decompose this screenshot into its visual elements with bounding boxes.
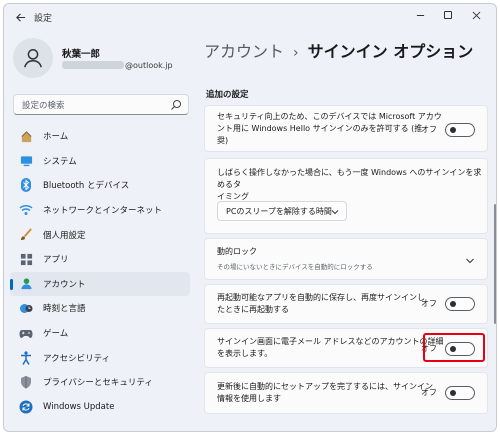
sidebar-item-label: ホーム — [43, 132, 69, 143]
setting-require-signin: しばらく操作しなかった場合に、もう一度 Windows へのサインインを求めるタ… — [204, 158, 488, 234]
sidebar-item-label: アクセシビリティ — [43, 353, 111, 364]
time-language-icon — [19, 301, 33, 315]
sidebar-item-label: Bluetooth とデバイス — [43, 181, 130, 192]
maximize-button[interactable] — [434, 4, 462, 26]
setting-description: サインイン画面に電子メール アドレスなどのアカウントの詳細 を表示します。 — [217, 336, 444, 360]
user-email: @outlook.jp — [62, 61, 173, 70]
setting-line: サインイン画面に電子メール アドレスなどのアカウントの詳細 — [217, 337, 444, 346]
gaming-icon — [19, 326, 33, 340]
sidebar-item-time-language[interactable]: 時刻と言語 — [10, 296, 190, 321]
section-heading: 追加の設定 — [206, 90, 249, 100]
back-button[interactable] — [10, 7, 30, 27]
setting-line: しばらく操作しなかった場合に、もう一度 Windows へのサインインを求めるタ — [217, 168, 482, 189]
maximize-icon — [444, 11, 452, 19]
sidebar-item-personalization[interactable]: 個人用設定 — [10, 222, 190, 247]
setting-description: 更新後に自動的にセットアップを完了するには、サインイン 情報を使用します — [217, 381, 433, 405]
sidebar-item-label: 時刻と言語 — [43, 304, 86, 315]
setting-line: 更新後に自動的にセットアップを完了するには、サインイン — [217, 382, 433, 391]
sidebar-item-home[interactable]: ホーム — [10, 124, 190, 149]
avatar[interactable] — [13, 38, 53, 78]
minimize-icon — [416, 14, 424, 16]
sidebar-item-label: Windows Update — [43, 401, 115, 412]
toggle-state-label: オフ — [421, 125, 437, 134]
sidebar-item-accounts[interactable]: アカウント — [10, 271, 190, 297]
setting-restart-apps: 再起動可能なアプリを自動的に保存し、再度サインインし たときに再起動する オフ — [204, 284, 488, 324]
sidebar-item-system[interactable]: システム — [10, 149, 190, 174]
user-name: 秋葉一郎 — [62, 49, 101, 60]
update-icon — [19, 400, 33, 414]
setting-description: 再起動可能なアプリを自動的に保存し、再度サインインし たときに再起動する — [217, 292, 425, 316]
toggle-knob — [450, 390, 456, 396]
toggle-knob — [450, 127, 456, 133]
scrollbar[interactable] — [494, 204, 496, 324]
sidebar-item-apps[interactable]: アプリ — [10, 247, 190, 272]
setting-line: 奨) — [217, 136, 229, 145]
apps-icon — [19, 252, 33, 266]
sidebar-item-label: ネットワークとインターネット — [43, 206, 163, 217]
breadcrumb-separator: › — [293, 45, 299, 61]
email-redacted — [62, 61, 124, 69]
sidebar-item-label: プライバシーとセキュリティ — [43, 378, 153, 389]
sidebar-nav: ホーム システム Bluetooth とデバイス ネットワークとインターネット … — [10, 124, 190, 419]
toggle-knob — [450, 301, 456, 307]
setting-title: 動的ロック — [217, 247, 257, 256]
sidebar-item-label: 個人用設定 — [43, 230, 86, 241]
bluetooth-icon — [19, 178, 33, 193]
sidebar-item-windows-update[interactable]: Windows Update — [10, 395, 190, 420]
account-icon — [19, 277, 33, 291]
page-title: サインイン オプション — [307, 42, 474, 61]
sidebar-item-network[interactable]: ネットワークとインターネット — [10, 198, 190, 223]
home-icon — [19, 129, 33, 143]
close-button[interactable] — [462, 4, 490, 26]
annotation-highlight — [423, 333, 485, 362]
toggle-state-label: オフ — [421, 388, 437, 397]
sidebar-item-bluetooth[interactable]: Bluetooth とデバイス — [10, 173, 190, 198]
system-icon — [19, 154, 33, 168]
brush-icon — [19, 228, 33, 242]
back-arrow-icon — [15, 12, 25, 22]
search-input[interactable]: 設定の検索 — [13, 94, 189, 115]
sidebar-item-label: ゲーム — [43, 329, 69, 340]
chevron-down-icon — [331, 210, 339, 215]
email-suffix: @outlook.jp — [125, 61, 173, 70]
close-icon — [472, 11, 480, 19]
sidebar-item-label: アプリ — [43, 255, 69, 266]
network-icon — [19, 203, 33, 217]
setting-dynamic-lock[interactable]: 動的ロック その場にいないときにデバイスを自動的にロックする — [204, 238, 488, 280]
setting-line: セキュリティ向上のため、このデバイスでは Microsoft アカウ — [217, 112, 442, 121]
sidebar-item-gaming[interactable]: ゲーム — [10, 321, 190, 346]
setting-description: セキュリティ向上のため、このデバイスでは Microsoft アカウ ント用に … — [217, 111, 442, 147]
sidebar-item-label: アカウント — [43, 279, 86, 290]
shield-icon — [19, 375, 33, 389]
accessibility-icon — [19, 351, 33, 365]
minimize-button[interactable] — [406, 4, 434, 26]
breadcrumb-parent[interactable]: アカウント — [204, 42, 284, 61]
restart-apps-toggle[interactable] — [445, 297, 475, 311]
setting-line: たときに再起動する — [217, 305, 289, 314]
search-icon — [171, 100, 181, 110]
toggle-state-label: オフ — [421, 299, 437, 308]
dropdown-value: PCのスリープを解除する時間 — [226, 207, 332, 216]
setting-line: 情報を使用します — [217, 394, 281, 403]
settings-window: 設定 秋葉一郎 @outlook.jp 設定の検索 ホーム システム Bluet… — [3, 3, 497, 432]
setting-auto-setup: 更新後に自動的にセットアップを完了するには、サインイン 情報を使用します オフ — [204, 372, 488, 414]
search-placeholder: 設定の検索 — [22, 101, 65, 111]
setting-description: しばらく操作しなかった場合に、もう一度 Windows へのサインインを求めるタ… — [217, 167, 487, 203]
sidebar-item-accessibility[interactable]: アクセシビリティ — [10, 345, 190, 370]
sidebar-item-privacy[interactable]: プライバシーとセキュリティ — [10, 370, 190, 395]
chevron-down-icon[interactable] — [465, 256, 475, 266]
setting-line: を表示します。 — [217, 349, 273, 358]
setting-subtitle: その場にいないときにデバイスを自動的にロックする — [217, 263, 373, 271]
breadcrumb: アカウント › サインイン オプション — [204, 38, 473, 62]
hello-only-toggle[interactable] — [445, 123, 475, 137]
signin-timing-dropdown[interactable]: PCのスリープを解除する時間 — [217, 201, 347, 221]
user-icon — [24, 49, 42, 68]
title-bar: 設定 — [4, 4, 496, 30]
sidebar-item-label: システム — [43, 156, 77, 167]
setting-line: ント用に Windows Hello サインインのみを許可する (推 — [217, 124, 423, 133]
setting-line: 再起動可能なアプリを自動的に保存し、再度サインインし — [217, 293, 425, 302]
setting-hello-only: セキュリティ向上のため、このデバイスでは Microsoft アカウ ント用に … — [204, 105, 488, 152]
window-title: 設定 — [34, 14, 53, 24]
auto-setup-toggle[interactable] — [445, 386, 475, 400]
